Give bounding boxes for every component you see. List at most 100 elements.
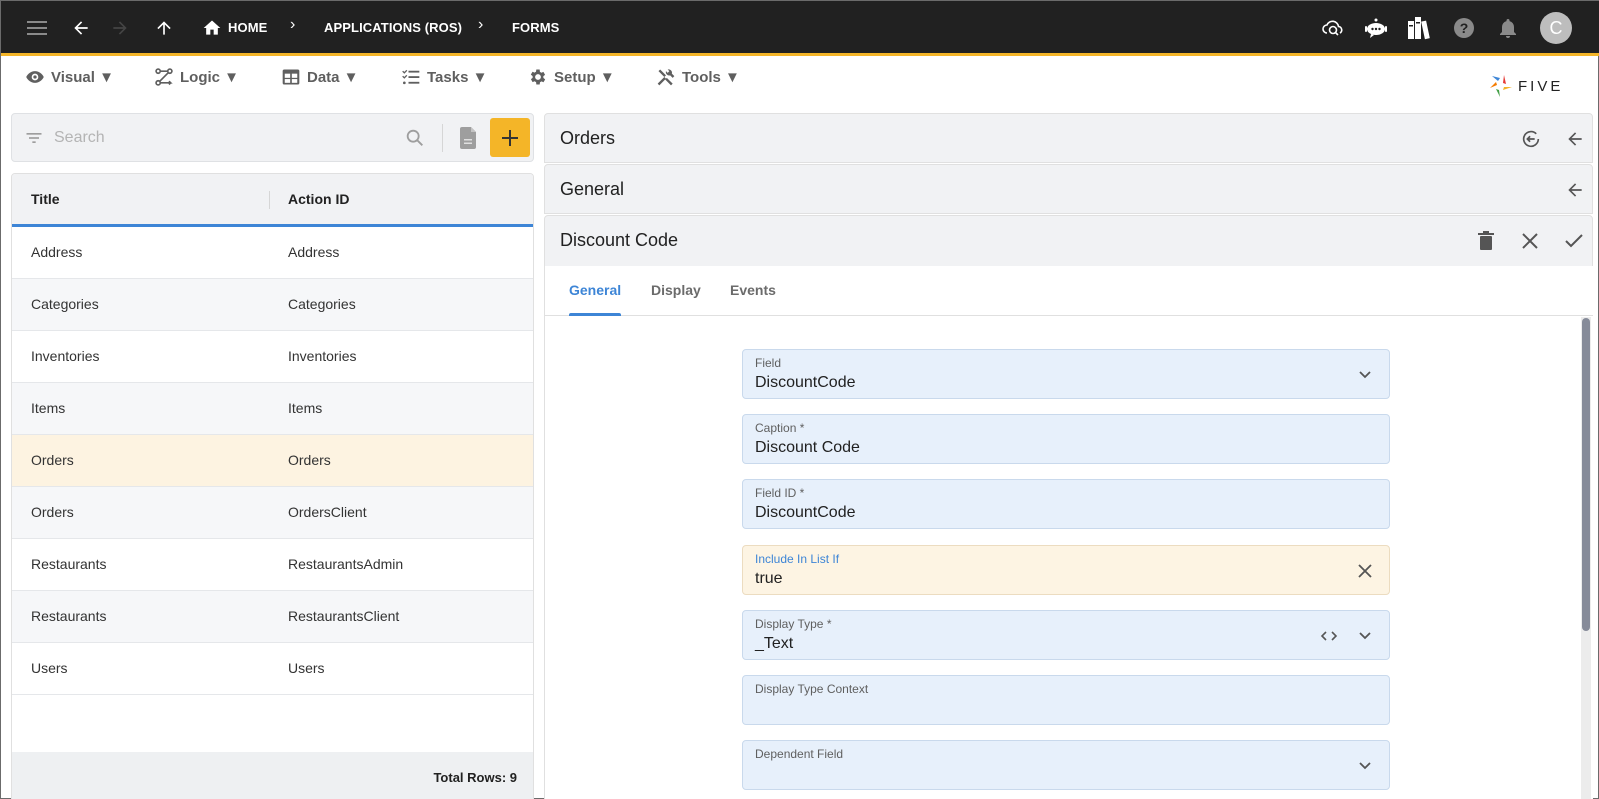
cell-title: Items bbox=[31, 400, 66, 416]
menu-visual-label: Visual ▼ bbox=[51, 68, 114, 86]
scrollbar-thumb[interactable] bbox=[1582, 318, 1590, 631]
search-input[interactable] bbox=[54, 124, 394, 152]
forms-table: Title Action ID Address Address Categories… bbox=[11, 173, 534, 799]
cell-title: Orders bbox=[31, 452, 74, 468]
dependent-field-label: Dependent Field bbox=[755, 747, 844, 761]
table-row[interactable]: Categories Categories bbox=[12, 279, 533, 331]
search-icon[interactable] bbox=[404, 127, 426, 154]
caption-label: Caption * bbox=[755, 421, 805, 435]
menu-visual[interactable]: Visual ▼ bbox=[25, 65, 114, 89]
chevron-down-icon[interactable] bbox=[1355, 626, 1375, 646]
check-icon[interactable] bbox=[1562, 229, 1586, 253]
panel-header-discount-code: Discount Code bbox=[544, 215, 1593, 267]
breadcrumb-applications[interactable]: APPLICATIONS (ROS) bbox=[324, 20, 462, 35]
field-value: DiscountCode bbox=[755, 374, 856, 391]
table-row[interactable]: Orders OrdersClient bbox=[12, 487, 533, 539]
chevron-down-icon[interactable] bbox=[1355, 365, 1375, 385]
back-arrow-icon[interactable] bbox=[1563, 127, 1587, 151]
eye-icon bbox=[26, 71, 44, 83]
plus-icon bbox=[502, 129, 518, 146]
cell-title: Inventories bbox=[31, 348, 100, 364]
menu-tools-label: Tools ▼ bbox=[682, 68, 740, 86]
field-id-field[interactable]: Field ID * DiscountCode bbox=[742, 479, 1390, 529]
table-row[interactable]: Users Users bbox=[12, 643, 533, 695]
caption-field[interactable]: Caption * Discount Code bbox=[742, 414, 1390, 464]
cell-title: Restaurants bbox=[31, 608, 107, 624]
clear-icon[interactable] bbox=[1355, 561, 1375, 581]
column-header-action-id[interactable]: Action ID bbox=[288, 191, 349, 207]
history-back-icon[interactable] bbox=[1519, 127, 1543, 151]
library-books-icon[interactable] bbox=[1406, 15, 1432, 41]
table-row[interactable]: Restaurants RestaurantsClient bbox=[12, 591, 533, 643]
breadcrumb-forms[interactable]: FORMS bbox=[512, 20, 559, 35]
menu-tasks-label: Tasks ▼ bbox=[427, 68, 488, 86]
field-label: Field bbox=[755, 356, 782, 370]
panel-header-general: General bbox=[544, 164, 1593, 214]
cell-title: Restaurants bbox=[31, 556, 107, 572]
five-logo-text: FIVE bbox=[1518, 77, 1564, 95]
form-area: Field DiscountCode Caption * Discount Co… bbox=[544, 316, 1593, 799]
field-select[interactable]: Field DiscountCode bbox=[742, 349, 1390, 399]
table-row[interactable]: Orders Orders bbox=[12, 435, 533, 487]
include-in-list-if-field[interactable]: Include In List If true bbox=[742, 545, 1390, 595]
menu-logic-label: Logic ▼ bbox=[180, 68, 240, 86]
display-type-context-field[interactable]: Display Type Context bbox=[742, 675, 1390, 725]
table-row[interactable]: Inventories Inventories bbox=[12, 331, 533, 383]
cell-action-id: Orders bbox=[288, 452, 331, 468]
table-row[interactable]: Items Items bbox=[12, 383, 533, 435]
column-resize-handle[interactable] bbox=[269, 191, 270, 209]
menu-setup[interactable]: Setup ▼ bbox=[528, 65, 615, 89]
table-row[interactable]: Restaurants RestaurantsAdmin bbox=[12, 539, 533, 591]
cloud-search-icon[interactable] bbox=[1320, 15, 1346, 41]
menu-setup-label: Setup ▼ bbox=[554, 68, 615, 86]
display-type-field[interactable]: Display Type * _Text bbox=[742, 610, 1390, 660]
menu-data[interactable]: Data ▼ bbox=[281, 65, 359, 89]
menu-tools[interactable]: Tools ▼ bbox=[656, 65, 740, 89]
search-divider bbox=[442, 124, 443, 152]
field-id-label: Field ID * bbox=[755, 486, 805, 500]
back-arrow-icon[interactable] bbox=[1563, 178, 1587, 202]
close-icon[interactable] bbox=[1518, 229, 1542, 253]
up-arrow-icon[interactable] bbox=[151, 15, 177, 41]
cell-action-id: RestaurantsAdmin bbox=[288, 556, 404, 572]
menu-logic[interactable]: Logic ▼ bbox=[154, 65, 239, 89]
user-avatar[interactable]: C bbox=[1540, 12, 1572, 44]
caption-value: Discount Code bbox=[755, 439, 860, 456]
tab-events[interactable]: Events bbox=[730, 282, 776, 298]
table-header: Title Action ID bbox=[12, 174, 533, 227]
chat-bot-icon[interactable] bbox=[1363, 15, 1389, 41]
top-bar: HOME › APPLICATIONS (ROS) › FORMS ? C bbox=[1, 1, 1599, 56]
cell-action-id: Inventories bbox=[288, 348, 357, 364]
menu-tasks[interactable]: Tasks ▼ bbox=[401, 65, 487, 89]
notification-bell-icon[interactable] bbox=[1495, 15, 1521, 41]
home-icon[interactable] bbox=[199, 15, 225, 41]
cell-action-id: Users bbox=[288, 660, 325, 676]
include-in-list-if-label: Include In List If bbox=[755, 552, 840, 566]
cell-title: Users bbox=[31, 660, 68, 676]
cell-title: Address bbox=[31, 244, 83, 260]
tab-display[interactable]: Display bbox=[651, 282, 701, 298]
column-header-title[interactable]: Title bbox=[31, 191, 60, 207]
code-icon[interactable] bbox=[1319, 626, 1339, 646]
help-icon[interactable]: ? bbox=[1451, 15, 1477, 41]
add-button[interactable] bbox=[490, 118, 530, 157]
cell-action-id: Address bbox=[288, 244, 340, 260]
checklist-icon bbox=[402, 69, 420, 85]
panel-title-orders: Orders bbox=[560, 128, 616, 148]
display-type-label: Display Type * bbox=[755, 617, 832, 631]
table-row[interactable]: Address Address bbox=[12, 227, 533, 279]
back-arrow-icon[interactable] bbox=[68, 15, 94, 41]
table-body: Address Address Categories Categories Invent… bbox=[12, 227, 533, 695]
breadcrumb-home[interactable]: HOME bbox=[228, 20, 267, 35]
table-grid-icon bbox=[282, 69, 300, 85]
chevron-down-icon[interactable] bbox=[1355, 756, 1375, 776]
column-resize-handle[interactable] bbox=[533, 191, 534, 209]
document-icon[interactable] bbox=[458, 126, 478, 155]
forward-arrow-icon[interactable] bbox=[107, 15, 133, 41]
dependent-field[interactable]: Dependent Field bbox=[742, 740, 1390, 790]
filter-icon[interactable] bbox=[24, 128, 44, 153]
tab-general[interactable]: General bbox=[569, 282, 621, 298]
breadcrumb-separator-icon: › bbox=[478, 16, 484, 33]
menu-icon[interactable] bbox=[24, 15, 50, 41]
delete-icon[interactable] bbox=[1474, 229, 1498, 253]
